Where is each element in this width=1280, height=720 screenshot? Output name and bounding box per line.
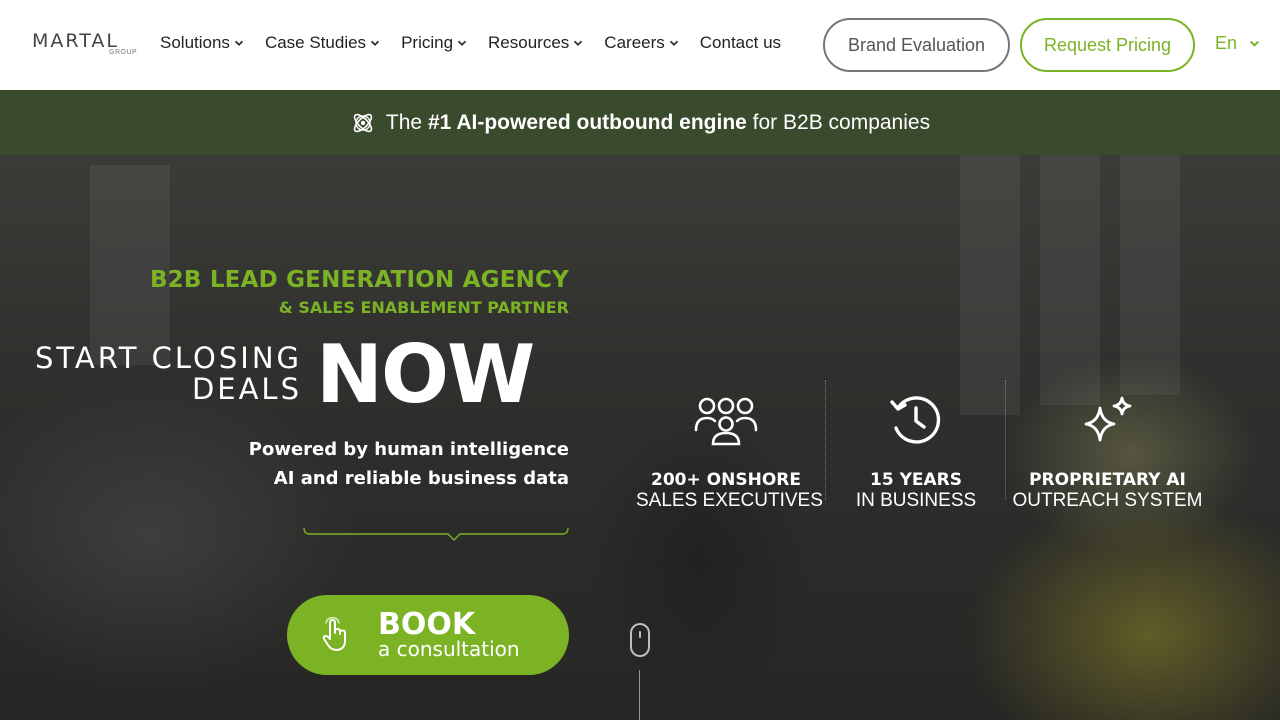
announcement-banner: The #1 AI-powered outbound engine for B2… bbox=[0, 90, 1280, 155]
stat-divider bbox=[1005, 380, 1006, 500]
stat-value: 200+ ONSHORE bbox=[651, 470, 801, 490]
scroll-down-indicator[interactable] bbox=[630, 623, 650, 657]
stat-sales-executives: 200+ ONSHORE SALES EXECUTIVES bbox=[636, 370, 823, 512]
nav-label: Careers bbox=[604, 33, 665, 52]
book-sublabel: a consultation bbox=[378, 637, 520, 661]
team-icon bbox=[694, 397, 758, 446]
hero-eyebrow: B2B LEAD GENERATION AGENCY bbox=[149, 267, 569, 293]
language-label: En bbox=[1215, 33, 1238, 53]
headline-line: START CLOSING bbox=[34, 341, 302, 375]
banner-highlight: #1 AI-powered outbound engine bbox=[427, 110, 747, 134]
request-pricing-button[interactable]: Request Pricing bbox=[1020, 18, 1195, 72]
stat-label: IN BUSINESS bbox=[855, 490, 977, 511]
tagline-line: AI and reliable business data bbox=[273, 468, 569, 489]
nav-resources[interactable]: Resources bbox=[488, 33, 583, 53]
hero-headline-start: START CLOSING DEALS bbox=[35, 343, 302, 405]
nav-label: Pricing bbox=[401, 33, 454, 52]
chevron-down-icon bbox=[669, 40, 678, 46]
stat-label: SALES EXECUTIVES bbox=[636, 490, 823, 511]
brand-evaluation-button[interactable]: Brand Evaluation bbox=[823, 18, 1010, 72]
nav-label: Solutions bbox=[160, 33, 230, 52]
background-window bbox=[90, 165, 170, 365]
stat-value: PROPRIETARY AI bbox=[1029, 470, 1186, 490]
sparkles-icon bbox=[1084, 396, 1131, 442]
headline-line: DEALS bbox=[191, 372, 302, 406]
chevron-down-icon bbox=[574, 40, 583, 46]
chevron-down-icon bbox=[370, 40, 380, 46]
tagline-line: Powered by human intelligence bbox=[248, 439, 569, 460]
nav-label: Contact us bbox=[699, 33, 782, 52]
nav-solutions[interactable]: Solutions bbox=[160, 33, 244, 53]
hero-section: B2B LEAD GENERATION AGENCY & SALES ENABL… bbox=[0, 155, 1280, 720]
scroll-line bbox=[639, 670, 640, 720]
nav-label: Resources bbox=[488, 33, 570, 52]
martal-logo[interactable]: MARTAL GROUP bbox=[32, 30, 142, 60]
banner-prefix: The bbox=[385, 110, 428, 134]
chevron-down-icon bbox=[457, 40, 467, 46]
book-consultation-button[interactable]: BOOK a consultation bbox=[287, 595, 569, 675]
nav-label: Case Studies bbox=[264, 33, 367, 52]
site-header: MARTAL GROUP Solutions Case Studies Pric… bbox=[0, 0, 1280, 90]
hero-tagline: Powered by human intelligence AI and rel… bbox=[249, 435, 569, 493]
logo-subtext: GROUP bbox=[109, 49, 138, 56]
stat-divider bbox=[825, 380, 826, 500]
nav-careers[interactable]: Careers bbox=[604, 33, 678, 53]
background-window bbox=[1120, 155, 1180, 395]
nav-contact-us[interactable]: Contact us bbox=[700, 33, 781, 53]
banner-suffix: for B2B companies bbox=[746, 110, 931, 134]
background-window bbox=[1040, 155, 1100, 405]
stat-ai-outreach: PROPRIETARY AI OUTREACH SYSTEM bbox=[1010, 370, 1205, 512]
main-nav: Solutions Case Studies Pricing Resources… bbox=[160, 33, 802, 53]
chevron-down-icon bbox=[1249, 40, 1260, 47]
nav-case-studies[interactable]: Case Studies bbox=[265, 33, 380, 53]
nav-pricing[interactable]: Pricing bbox=[401, 33, 467, 53]
atom-icon bbox=[353, 113, 373, 132]
history-clock-icon bbox=[890, 396, 941, 444]
stat-value: 15 YEARS bbox=[870, 470, 962, 490]
chevron-down-icon bbox=[234, 40, 244, 46]
language-selector[interactable]: En bbox=[1215, 33, 1260, 54]
stat-years-in-business: 15 YEARS IN BUSINESS bbox=[846, 370, 986, 512]
hero-eyebrow-sub: & SALES ENABLEMENT PARTNER bbox=[278, 298, 569, 317]
stat-label: OUTREACH SYSTEM bbox=[1012, 490, 1203, 511]
pointer-hand-icon bbox=[322, 617, 346, 651]
hero-headline-now: NOW bbox=[316, 328, 535, 421]
decorative-brace bbox=[303, 527, 569, 541]
